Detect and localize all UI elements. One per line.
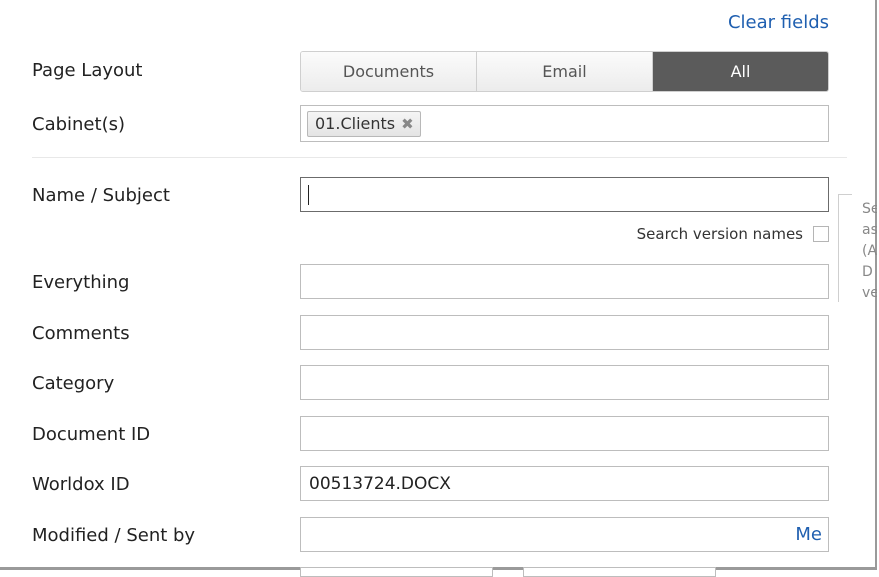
tooltip-line: D (862, 264, 873, 280)
date-to-input[interactable] (523, 567, 716, 577)
page-layout-documents-button[interactable]: Documents (301, 52, 477, 91)
tooltip-line: as (862, 222, 877, 238)
cabinet-chip-label: 01.Clients (315, 114, 396, 133)
name-subject-label: Name / Subject (32, 185, 170, 206)
category-label: Category (32, 373, 115, 394)
cabinets-input[interactable]: 01.Clients ✖ (300, 105, 829, 142)
worldox-id-input[interactable]: 00513724.DOCX (300, 466, 829, 501)
help-tooltip-text: Se as (A D ve (862, 199, 877, 304)
text-caret (308, 184, 309, 205)
modified-sent-by-label: Modified / Sent by (32, 525, 196, 546)
comments-input[interactable] (300, 315, 829, 350)
help-tooltip-bracket (838, 194, 852, 302)
page-layout-segmented-control: Documents Email All (300, 51, 829, 92)
cabinet-chip: 01.Clients ✖ (307, 110, 421, 137)
tooltip-line: ve (862, 285, 877, 301)
clear-fields-link[interactable]: Clear fields (728, 12, 829, 33)
remove-chip-icon[interactable]: ✖ (401, 115, 414, 133)
modified-sent-by-input[interactable]: Me (300, 517, 829, 552)
name-subject-input[interactable] (300, 177, 829, 212)
tooltip-line: (A (862, 243, 877, 259)
comments-label: Comments (32, 323, 130, 344)
everything-input[interactable] (300, 264, 829, 299)
worldox-id-value: 00513724.DOCX (309, 473, 451, 494)
tooltip-line: Se (862, 201, 877, 217)
me-link[interactable]: Me (795, 524, 822, 545)
section-divider (32, 157, 847, 158)
document-id-label: Document ID (32, 424, 151, 445)
cabinets-label: Cabinet(s) (32, 114, 125, 135)
category-input[interactable] (300, 365, 829, 400)
page-layout-email-button[interactable]: Email (477, 52, 653, 91)
page-layout-all-button[interactable]: All (653, 52, 828, 91)
worldox-id-label: Worldox ID (32, 474, 130, 495)
search-version-names-row: Search version names (637, 225, 829, 243)
document-id-input[interactable] (300, 416, 829, 451)
search-version-names-label: Search version names (636, 225, 803, 243)
everything-label: Everything (32, 272, 130, 293)
search-version-names-checkbox[interactable] (813, 226, 829, 242)
date-from-input[interactable] (300, 567, 493, 577)
page-layout-label: Page Layout (32, 60, 143, 81)
